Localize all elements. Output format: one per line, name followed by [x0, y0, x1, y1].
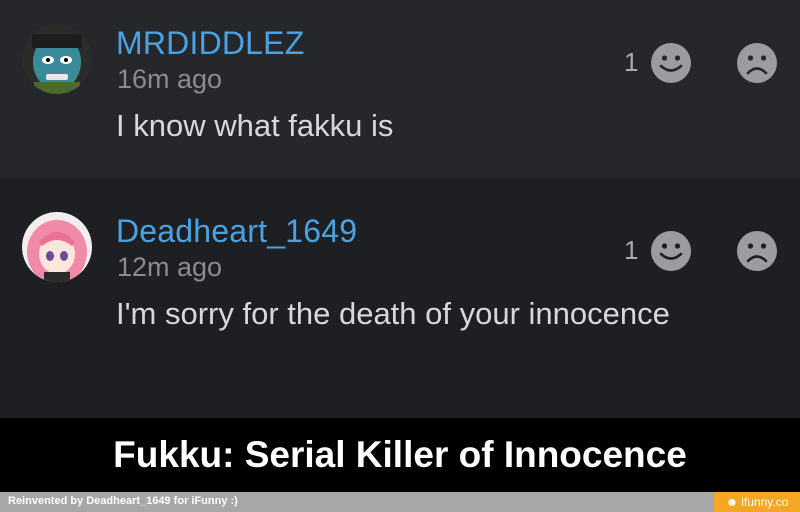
meme-caption: Fukku: Serial Killer of Innocence: [0, 418, 800, 492]
frown-icon[interactable]: [736, 230, 778, 272]
timestamp: 12m ago: [117, 252, 223, 282]
smile-icon[interactable]: [650, 230, 692, 272]
brand-label: ifunny.co: [741, 495, 789, 509]
ifunny-logo-icon: ☻: [725, 495, 739, 509]
username[interactable]: MRDIDDLEZ: [116, 25, 304, 62]
timestamp: 16m ago: [117, 64, 223, 94]
footer-bar: Reinvented by Deadheart_1649 for iFunny …: [0, 492, 800, 512]
brand-badge[interactable]: ☻ ifunny.co: [714, 492, 800, 512]
comment-text: I'm sorry for the death of your innocenc…: [116, 296, 670, 331]
avatar[interactable]: [22, 212, 92, 282]
avatar[interactable]: [22, 24, 92, 94]
comment-item: MRDIDDLEZ 16m ago I know what fakku is 1: [0, 0, 800, 178]
smile-icon[interactable]: [650, 42, 692, 84]
like-count: 1: [624, 47, 639, 77]
like-count: 1: [624, 235, 639, 265]
comment-text: I know what fakku is: [116, 108, 394, 143]
footer-credit: Reinvented by Deadheart_1649 for iFunny …: [8, 495, 238, 507]
username[interactable]: Deadheart_1649: [116, 213, 357, 250]
frown-icon[interactable]: [736, 42, 778, 84]
